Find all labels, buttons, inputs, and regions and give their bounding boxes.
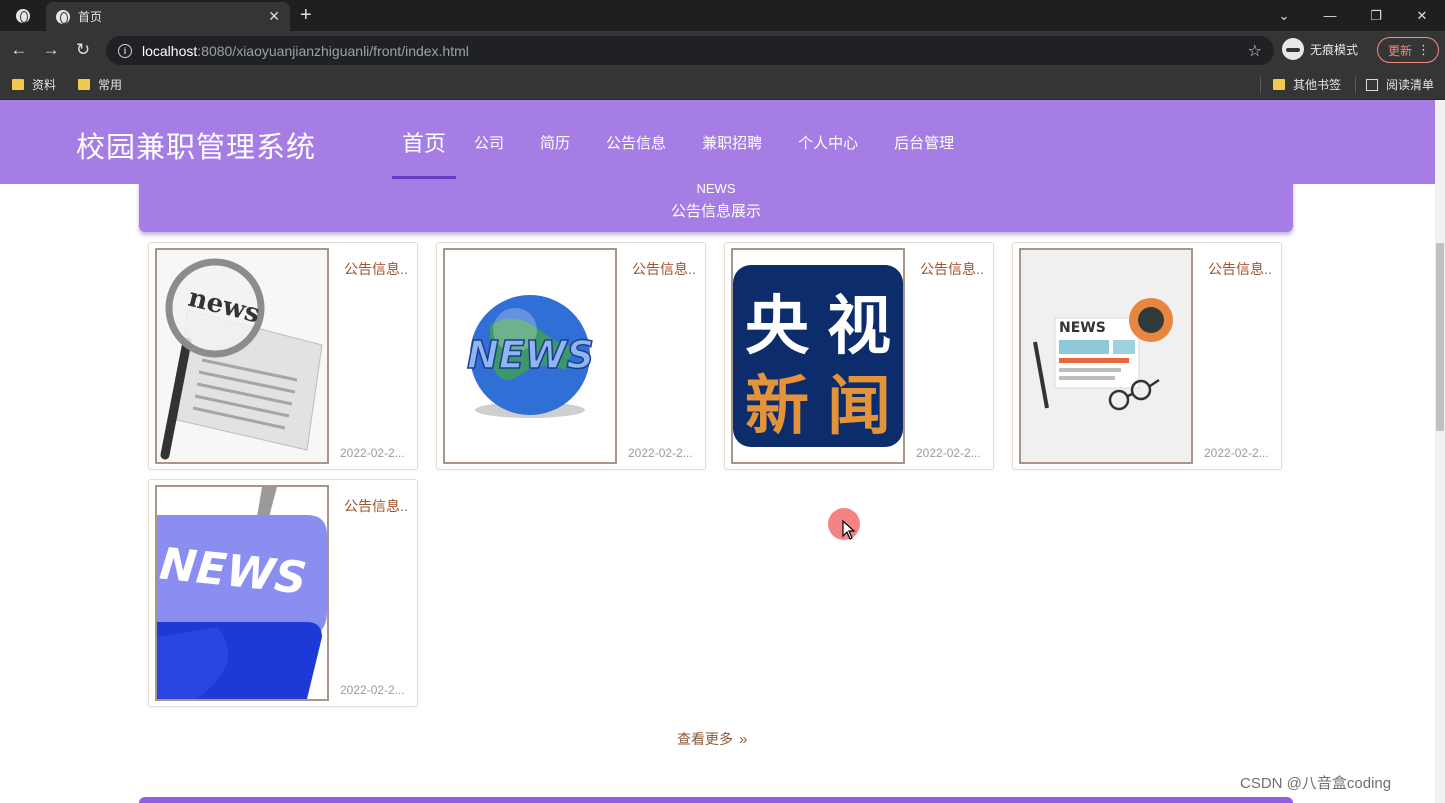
globe-news-image: NEWS: [445, 250, 615, 462]
folder-icon: [12, 79, 24, 90]
news-card[interactable]: NEWS 公告信息.. 2022-02-2...: [1012, 242, 1282, 470]
news-thumbnail[interactable]: NEWS: [155, 485, 329, 701]
window-controls: ⌄ — ❐ ✕: [1261, 0, 1445, 31]
reading-list[interactable]: 阅读清单: [1366, 76, 1434, 93]
nav-profile[interactable]: 个人中心: [780, 100, 876, 184]
reload-icon[interactable]: ↻: [72, 39, 94, 61]
news-date: 2022-02-2...: [1204, 446, 1269, 460]
news-date: 2022-02-2...: [340, 446, 405, 460]
back-icon[interactable]: ←: [8, 39, 30, 61]
update-label: 更新: [1388, 43, 1413, 58]
view-more-link[interactable]: 查看更多 »: [677, 729, 747, 749]
new-tab-icon[interactable]: +: [300, 4, 312, 26]
menu-icon[interactable]: ⋮: [1417, 42, 1430, 58]
double-chevron-right-icon: »: [739, 730, 748, 748]
section-title: 公告信息展示: [670, 203, 761, 220]
bookmark-star-icon[interactable]: ☆: [1248, 41, 1262, 61]
svg-text:NEWS: NEWS: [467, 333, 594, 377]
news-card[interactable]: NEWS 公告信息.. 2022-02-2...: [148, 479, 418, 707]
nav-jobs[interactable]: 兼职招聘: [684, 100, 780, 184]
folder-icon: [1273, 79, 1285, 90]
news-card[interactable]: 央视 新闻 公告信息.. 2022-02-2...: [724, 242, 994, 470]
magnifier-newspaper-image: news: [157, 250, 327, 462]
svg-text:NEWS: NEWS: [1059, 320, 1106, 336]
page-scrollbar[interactable]: [1435, 100, 1445, 803]
nav-resume[interactable]: 简历: [522, 100, 588, 184]
url-input[interactable]: i localhost:8080/xiaoyuanjianzhiguanli/f…: [106, 36, 1274, 65]
news-title[interactable]: 公告信息..: [920, 259, 990, 279]
folder-icon: [78, 79, 90, 90]
page-viewport: 校园兼职管理系统 首页 公司 简历 公告信息 兼职招聘 个人中心 后台管理 NE…: [0, 100, 1435, 803]
incognito-indicator[interactable]: 无痕模式: [1282, 38, 1358, 60]
news-card[interactable]: NEWS 公告信息.. 2022-02-2...: [436, 242, 706, 470]
news-thumbnail[interactable]: news: [155, 248, 329, 464]
minimize-icon[interactable]: —: [1307, 0, 1353, 31]
incognito-label: 无痕模式: [1310, 42, 1359, 57]
flat-newspaper-image: NEWS: [1021, 250, 1191, 462]
bookmarks-bar: 资料 常用 其他书签 阅读清单: [0, 69, 1445, 100]
tab-search-icon[interactable]: ⌄: [1261, 0, 1307, 31]
cctv-news-image: 央视 新闻: [733, 250, 903, 462]
nav-admin[interactable]: 后台管理: [876, 100, 972, 184]
scrollbar-thumb[interactable]: [1436, 243, 1444, 431]
bookmark-folder[interactable]: 常用: [78, 76, 122, 93]
address-bar: ← → ↻ i localhost:8080/xiaoyuanjianzhigu…: [0, 31, 1445, 69]
bookmark-label: 资料: [32, 78, 57, 92]
globe-icon: [16, 8, 30, 23]
close-tab-icon[interactable]: ✕: [268, 8, 280, 25]
restore-icon[interactable]: ❐: [1353, 0, 1399, 31]
update-button[interactable]: 更新 ⋮: [1377, 37, 1439, 63]
next-section-banner: [139, 797, 1293, 803]
news-key-image: NEWS: [157, 487, 327, 699]
nav-home[interactable]: 首页: [392, 100, 457, 184]
active-tab[interactable]: 首页 ✕: [46, 2, 290, 31]
view-more-label: 查看更多: [677, 731, 733, 747]
bookmark-label: 其他书签: [1293, 78, 1342, 92]
incognito-icon: [1282, 38, 1304, 60]
divider: [1355, 77, 1356, 93]
pinned-tab[interactable]: [0, 0, 46, 31]
reading-list-icon: [1366, 78, 1378, 91]
tab-title: 首页: [78, 10, 103, 24]
forward-icon[interactable]: →: [40, 39, 62, 61]
news-thumbnail[interactable]: NEWS: [443, 248, 617, 464]
site-logo: 校园兼职管理系统: [76, 132, 317, 164]
news-title[interactable]: 公告信息..: [344, 496, 414, 516]
news-title[interactable]: 公告信息..: [1208, 259, 1278, 279]
news-date: 2022-02-2...: [916, 446, 981, 460]
bookmark-label: 常用: [98, 78, 123, 92]
news-date: 2022-02-2...: [628, 446, 693, 460]
site-header: 校园兼职管理系统 首页 公司 简历 公告信息 兼职招聘 个人中心 后台管理: [0, 100, 1435, 184]
bookmark-folder[interactable]: 资料: [12, 76, 56, 93]
bookmark-label: 阅读清单: [1386, 78, 1435, 92]
browser-tab-bar: 首页 ✕ + ⌄ — ❐ ✕: [0, 0, 1445, 31]
close-window-icon[interactable]: ✕: [1399, 0, 1445, 31]
news-title[interactable]: 公告信息..: [344, 259, 414, 279]
news-card[interactable]: news 公告信息.. 2022-02-2...: [148, 242, 418, 470]
url-text: localhost:8080/xiaoyuanjianzhiguanli/fro…: [142, 42, 469, 59]
nav-company[interactable]: 公司: [456, 100, 522, 184]
globe-icon: [56, 9, 70, 24]
mouse-cursor-icon: [842, 520, 856, 540]
news-thumbnail[interactable]: 央视 新闻: [731, 248, 905, 464]
other-bookmarks[interactable]: 其他书签: [1273, 76, 1341, 93]
site-info-icon[interactable]: i: [118, 43, 132, 58]
news-date: 2022-02-2...: [340, 683, 405, 697]
nav-notices[interactable]: 公告信息: [588, 100, 684, 184]
news-title[interactable]: 公告信息..: [632, 259, 702, 279]
divider: [1260, 77, 1261, 93]
news-thumbnail[interactable]: NEWS: [1019, 248, 1193, 464]
watermark: CSDN @八音盒coding: [1240, 775, 1392, 792]
site-nav: 首页 公司 简历 公告信息 兼职招聘 个人中心 后台管理: [392, 100, 972, 184]
